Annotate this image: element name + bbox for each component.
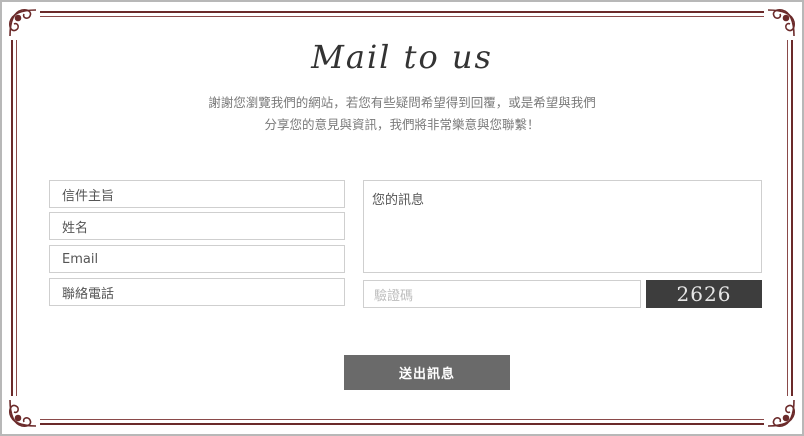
page-title: Mail to us bbox=[311, 38, 493, 76]
corner-ornament-bottom-left bbox=[6, 396, 40, 430]
corner-ornament-bottom-right bbox=[764, 396, 798, 430]
name-input[interactable]: 姓名 bbox=[49, 212, 345, 240]
message-textarea[interactable]: 您的訊息 bbox=[363, 180, 762, 273]
corner-ornament-top-right bbox=[764, 6, 798, 40]
message-placeholder: 您的訊息 bbox=[372, 193, 425, 208]
intro-line-2: 分享您的意見與資訊，我們將非常樂意與您聯繫！ bbox=[264, 117, 540, 132]
subject-input[interactable]: 信件主旨 bbox=[49, 180, 345, 208]
phone-placeholder: 聯絡電話 bbox=[62, 286, 115, 302]
intro-text: 謝謝您瀏覽我們的網站，若您有些疑問希望得到回覆，或是希望與我們 分享您的意見與資… bbox=[0, 92, 804, 136]
email-input[interactable]: Email bbox=[49, 245, 345, 273]
captcha-image[interactable]: 2626 bbox=[646, 280, 762, 308]
phone-input[interactable]: 聯絡電話 bbox=[49, 278, 345, 306]
captcha-placeholder: 驗證碼 bbox=[374, 288, 414, 304]
submit-button[interactable]: 送出訊息 bbox=[344, 355, 510, 390]
name-placeholder: 姓名 bbox=[62, 220, 89, 236]
corner-ornament-top-left bbox=[6, 6, 40, 40]
captcha-input[interactable]: 驗證碼 bbox=[363, 280, 641, 308]
intro-line-1: 謝謝您瀏覽我們的網站，若您有些疑問希望得到回覆，或是希望與我們 bbox=[208, 95, 596, 110]
email-placeholder: Email bbox=[62, 251, 99, 267]
subject-placeholder: 信件主旨 bbox=[62, 188, 115, 204]
